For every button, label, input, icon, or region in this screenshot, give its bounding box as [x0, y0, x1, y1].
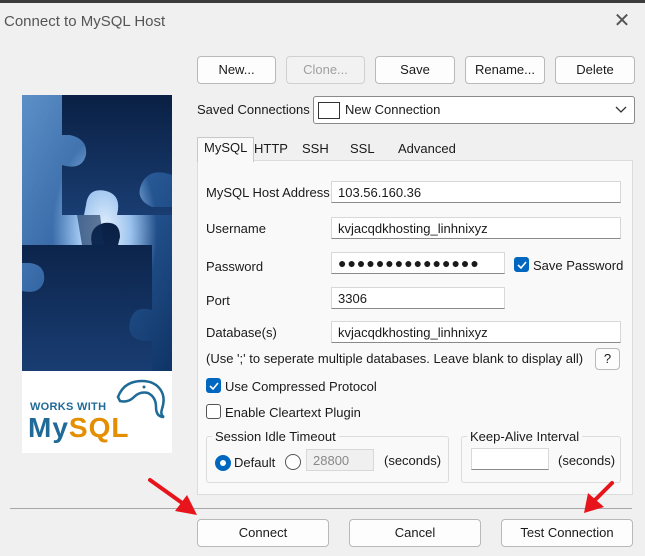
password-label: Password [206, 259, 264, 274]
puzzle-side-image: WORKS WITH MySQL [22, 95, 172, 453]
puzzle-image [22, 95, 172, 371]
compressed-protocol-label: Use Compressed Protocol [225, 379, 377, 394]
cleartext-plugin-label: Enable Cleartext Plugin [225, 405, 361, 420]
compressed-protocol-checkbox[interactable] [206, 378, 221, 393]
tab-mysql[interactable]: MySQL [197, 137, 255, 162]
test-connection-button[interactable]: Test Connection [501, 519, 633, 547]
default-radio-label: Default [234, 455, 276, 470]
saved-connections-label: Saved Connections [197, 102, 310, 117]
custom-timeout-radio[interactable] [285, 454, 301, 470]
connection-color-swatch [318, 102, 340, 119]
saved-connections-value: New Connection [345, 102, 441, 117]
tab-ssh[interactable]: SSH [296, 139, 335, 161]
save-password-checkbox[interactable] [514, 257, 529, 272]
footer-separator [10, 508, 632, 509]
help-button[interactable]: ? [595, 348, 620, 370]
databases-input[interactable]: kvjacqdkhosting_linhnixyz [331, 321, 621, 343]
keep-alive-unit: (seconds) [558, 453, 616, 468]
tab-http[interactable]: HTTP [248, 139, 294, 161]
saved-connections-dropdown[interactable]: New Connection [313, 96, 635, 124]
cancel-button[interactable]: Cancel [349, 519, 481, 547]
tab-advanced[interactable]: Advanced [392, 139, 462, 161]
delete-button[interactable]: Delete [555, 56, 635, 84]
port-label: Port [206, 293, 230, 308]
window-title: Connect to MySQL Host [4, 13, 166, 30]
keep-alive-input[interactable] [471, 448, 549, 470]
close-icon[interactable]: ✕ [611, 10, 633, 32]
mysql-wordmark-my: My [28, 412, 69, 443]
save-button[interactable]: Save [375, 56, 455, 84]
rename-button[interactable]: Rename... [465, 56, 545, 84]
mysql-logo: WORKS WITH MySQL [22, 371, 172, 453]
username-input[interactable]: kvjacqdkhosting_linhnixyz [331, 217, 621, 239]
save-password-label: Save Password [533, 258, 624, 273]
default-radio[interactable] [215, 455, 231, 471]
databases-hint: (Use ';' to seperate multiple databases.… [206, 351, 584, 366]
password-input[interactable]: ●●●●●●●●●●●●●●● [331, 252, 505, 274]
tab-ssl[interactable]: SSL [344, 139, 381, 161]
session-timeout-input[interactable]: 28800 [306, 449, 374, 471]
keep-alive-title: Keep-Alive Interval [467, 429, 583, 444]
port-input[interactable]: 3306 [331, 287, 505, 309]
connect-button[interactable]: Connect [197, 519, 329, 547]
session-idle-title: Session Idle Timeout [212, 429, 339, 444]
cleartext-plugin-checkbox[interactable] [206, 404, 221, 419]
title-bar: Connect to MySQL Host ✕ [0, 3, 645, 39]
clone-button[interactable]: Clone... [286, 56, 365, 84]
dolphin-icon [116, 379, 165, 419]
chevron-down-icon [615, 106, 627, 113]
host-label: MySQL Host Address [206, 185, 330, 200]
new-button[interactable]: New... [197, 56, 276, 84]
host-input[interactable]: 103.56.160.36 [331, 181, 621, 203]
arrow-to-connect-icon [148, 478, 197, 515]
arrow-to-test-connection-icon [584, 481, 614, 513]
databases-label: Database(s) [206, 325, 277, 340]
username-label: Username [206, 221, 266, 236]
session-timeout-unit: (seconds) [384, 453, 442, 468]
